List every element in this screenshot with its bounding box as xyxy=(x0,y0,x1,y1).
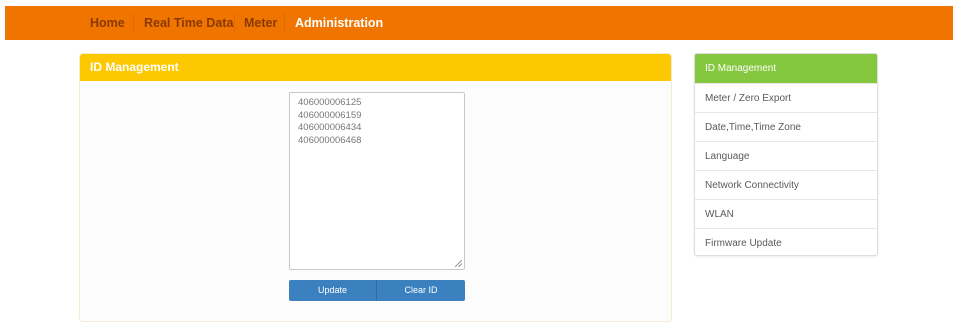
sidebar-item-network-connectivity[interactable]: Network Connectivity xyxy=(695,170,877,199)
id-management-panel: ID Management 406000006125 406000006159 … xyxy=(79,53,672,322)
nav-separator xyxy=(133,13,134,33)
sidebar-item-wlan[interactable]: WLAN xyxy=(695,199,877,228)
nav-separator xyxy=(234,13,235,33)
sidebar-item-meter-zero-export[interactable]: Meter / Zero Export xyxy=(695,83,877,112)
sidebar-item-date-time-zone[interactable]: Date,Time,Time Zone xyxy=(695,112,877,141)
id-entry: 406000006434 xyxy=(298,122,362,133)
nav-home[interactable]: Home xyxy=(90,6,125,40)
nav-administration[interactable]: Administration xyxy=(295,6,383,40)
id-entry: 406000006159 xyxy=(298,109,362,121)
id-list-textarea[interactable]: 406000006125 406000006159 406000006434 4… xyxy=(289,92,465,270)
nav-real-time-data[interactable]: Real Time Data xyxy=(144,6,233,40)
sidebar-item-id-management[interactable]: ID Management xyxy=(695,54,877,83)
panel-title: ID Management xyxy=(80,54,671,81)
update-button[interactable]: Update xyxy=(289,280,377,301)
top-nav-bar: Home Real Time Data Meter Administration xyxy=(5,6,953,40)
id-entry: 406000006125 xyxy=(298,97,362,108)
admin-sidebar: ID Management Meter / Zero Export Date,T… xyxy=(694,53,878,256)
clear-id-button[interactable]: Clear ID xyxy=(377,280,465,301)
sidebar-item-language[interactable]: Language xyxy=(695,141,877,170)
sidebar-item-firmware-update[interactable]: Firmware Update xyxy=(695,228,877,255)
resize-grip-icon[interactable] xyxy=(455,260,462,267)
nav-separator xyxy=(284,13,285,33)
id-entry: 406000006468 xyxy=(298,134,362,146)
nav-meter[interactable]: Meter xyxy=(244,6,277,40)
